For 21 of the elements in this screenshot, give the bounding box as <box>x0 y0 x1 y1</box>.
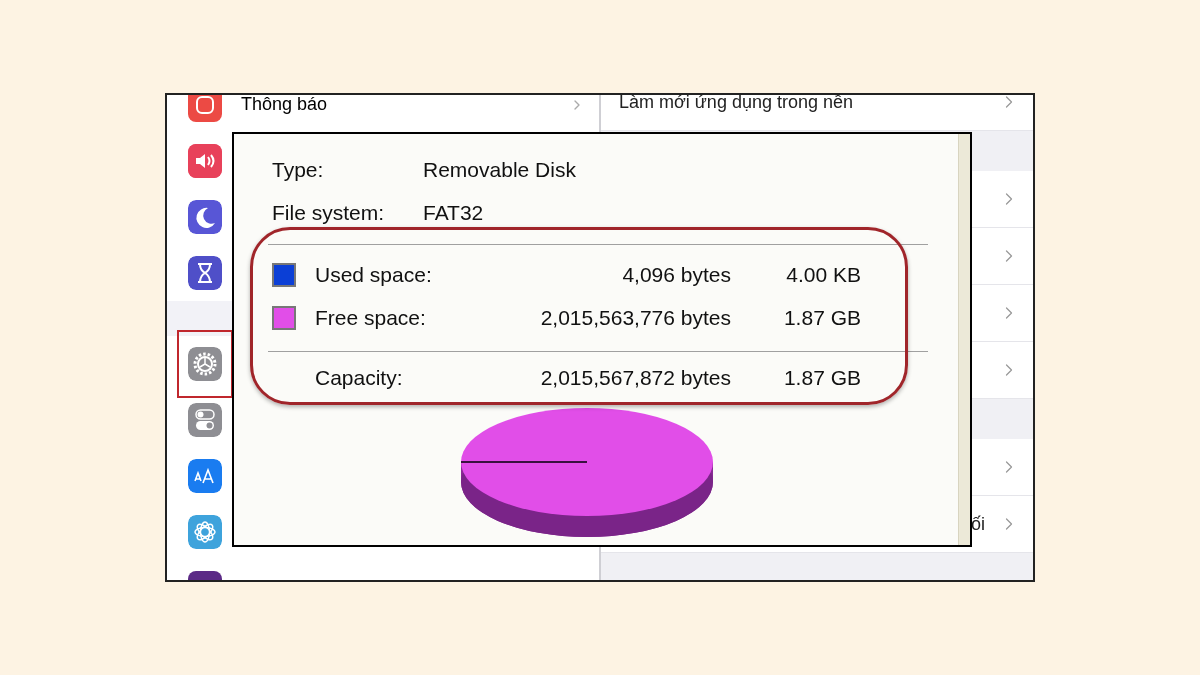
settings-icon <box>188 347 222 381</box>
property-label: Type: <box>272 156 325 183</box>
bytes-value: 2,015,563,776 bytes <box>539 304 731 331</box>
bytes-value: 2,015,567,872 bytes <box>539 364 731 391</box>
size-value: 1.87 GB <box>782 364 861 391</box>
space-label: Capacity: <box>315 364 404 391</box>
setting-label[interactable]: Thông báo <box>241 95 569 118</box>
moon-icon <box>188 200 222 234</box>
hourglass-icon <box>188 256 222 290</box>
text-size-icon <box>188 459 222 493</box>
size-value: 4.00 KB <box>785 261 861 288</box>
bytes-value: 4,096 bytes <box>621 261 731 288</box>
space-label: Used space: <box>315 261 433 288</box>
property-value: FAT32 <box>423 199 484 226</box>
speaker-icon <box>188 144 222 178</box>
property-label: File system: <box>272 199 385 226</box>
size-value: 1.87 GB <box>782 304 861 331</box>
space-label: Free space: <box>315 304 427 331</box>
flower-icon <box>188 515 222 549</box>
toggle-icon <box>188 403 222 437</box>
property-value: Removable Disk <box>423 156 576 183</box>
